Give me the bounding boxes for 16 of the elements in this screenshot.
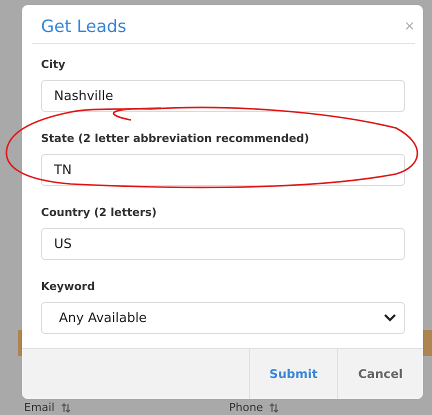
field-label: City — [41, 58, 66, 71]
chevron-down-icon — [384, 314, 396, 322]
input-field[interactable]: US — [41, 228, 405, 260]
sort-icon[interactable] — [60, 402, 71, 412]
dialog-title: Get Leads — [41, 17, 126, 37]
cancel-button[interactable]: Cancel — [337, 349, 423, 399]
submit-button[interactable]: Submit — [249, 349, 337, 399]
keyword-select[interactable]: Any Available — [41, 302, 405, 334]
input-field[interactable]: TN — [41, 154, 405, 186]
field-label: Country (2 letters) — [41, 206, 158, 219]
input-field[interactable]: Nashville — [41, 80, 405, 112]
sort-icon[interactable] — [269, 402, 280, 412]
field-label: State (2 letter abbreviation recommended) — [41, 132, 310, 145]
column-header[interactable]: Phone — [229, 401, 264, 414]
field-label: Keyword — [41, 280, 96, 293]
column-header[interactable]: Email — [24, 401, 55, 414]
